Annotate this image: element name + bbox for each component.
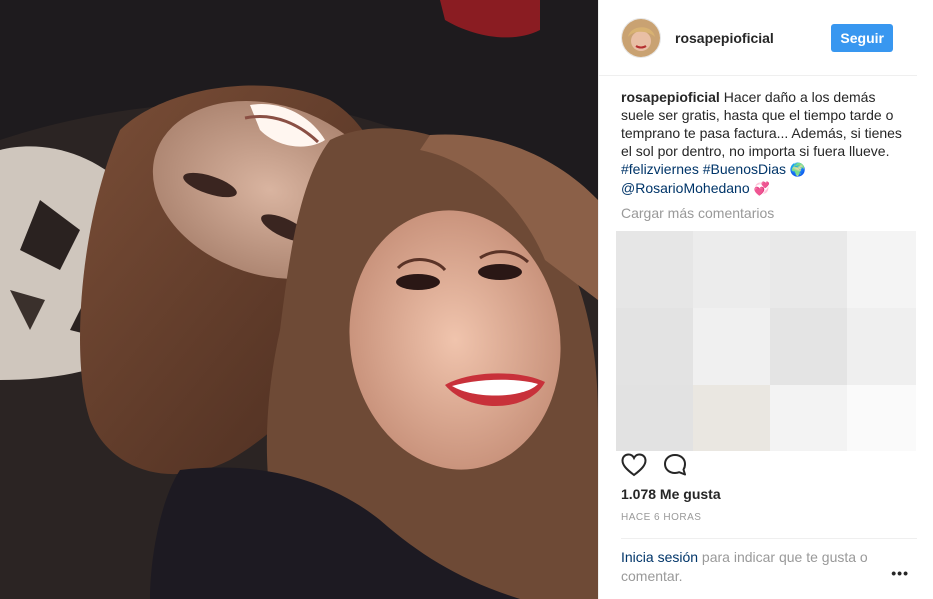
login-prompt: Inicia sesión para indicar que te gusta … (621, 548, 891, 586)
caption-username[interactable]: rosapepioficial (621, 89, 720, 105)
placeholder-tile (693, 385, 770, 451)
instagram-post: rosapepioficial Seguir rosapepioficial H… (0, 0, 933, 599)
post-timestamp[interactable]: HACE 6 HORAS (621, 512, 701, 523)
heart-outline-icon-svg (621, 452, 647, 476)
placeholder-tile (616, 231, 693, 308)
selfie-image (0, 0, 598, 599)
caption: rosapepioficial Hacer daño a los demás s… (599, 76, 933, 198)
mention-rosariomohedano[interactable]: @RosarioMohedano (621, 180, 750, 196)
placeholder-tile (693, 308, 770, 385)
post-header: rosapepioficial Seguir (599, 0, 917, 76)
username-link[interactable]: rosapepioficial (675, 30, 831, 46)
comment-icon[interactable] (663, 453, 689, 482)
divider (621, 538, 917, 539)
placeholder-tile (847, 385, 916, 451)
heart-emoji-icon: 💞 (753, 181, 770, 196)
login-link[interactable]: Inicia sesión (621, 549, 698, 565)
placeholder-tile (770, 385, 847, 451)
hashtag-felizviernes[interactable]: #felizviernes (621, 161, 699, 177)
post-actions (621, 452, 705, 482)
placeholder-tile (770, 231, 847, 308)
more-options-icon[interactable]: ••• (891, 565, 909, 581)
placeholder-tile (847, 231, 916, 308)
blurred-comments-placeholder (616, 231, 916, 451)
hashtag-buenosdias[interactable]: #BuenosDias (703, 161, 786, 177)
post-photo[interactable] (0, 0, 598, 599)
like-count[interactable]: 1.078 Me gusta (621, 486, 721, 502)
avatar[interactable] (621, 17, 661, 58)
avatar-image (622, 18, 660, 57)
heart-outline-icon[interactable] (621, 452, 647, 482)
placeholder-tile (616, 385, 693, 451)
placeholder-tile (770, 308, 847, 385)
placeholder-tile (616, 308, 693, 385)
follow-button[interactable]: Seguir (831, 23, 893, 52)
globe-emoji-icon: 🌍 (789, 162, 807, 177)
load-more-comments[interactable]: Cargar más comentarios (599, 198, 933, 222)
comment-icon-svg (664, 453, 686, 475)
placeholder-tile (847, 308, 916, 385)
post-sidebar: rosapepioficial Seguir rosapepioficial H… (598, 0, 933, 599)
placeholder-tile (693, 231, 770, 308)
